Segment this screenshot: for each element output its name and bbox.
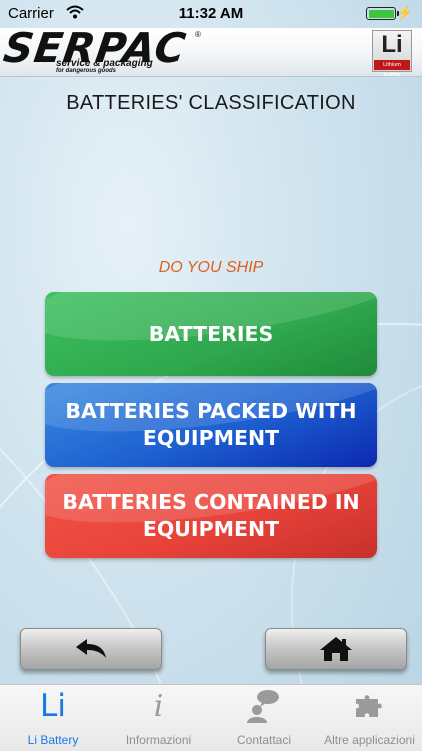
tab-altre-applicazioni[interactable]: Altre applicazioni — [317, 685, 422, 751]
badge-symbol: Li — [381, 31, 403, 58]
batteries-packed-with-equipment-button[interactable]: BATTERIES PACKED WITH EQUIPMENT — [45, 383, 377, 467]
tab-contattaci-label: Contattaci — [236, 733, 292, 747]
tab-informazioni[interactable]: i Informazioni — [106, 685, 211, 751]
logo-registered: ® — [195, 30, 201, 39]
page-title: BATTERIES' CLASSIFICATION — [66, 92, 356, 114]
back-arrow-icon — [76, 639, 106, 658]
home-icon — [320, 637, 352, 661]
contact-icon — [247, 690, 279, 723]
serpac-logo: SERPAC ® service & packaging for dangero… — [1, 24, 204, 74]
tab-li-battery[interactable]: Li Li Battery — [0, 685, 106, 751]
tab-informazioni-label: Informazioni — [125, 733, 192, 747]
tab-li-battery-label: Li Battery — [27, 733, 79, 747]
batteries-contained-in-equipment-button[interactable]: BATTERIES CONTAINED IN EQUIPMENT — [45, 474, 377, 558]
li-icon: Li — [40, 688, 66, 724]
clock: 11:32 AM — [178, 5, 244, 22]
back-button[interactable] — [20, 628, 162, 670]
battery-icon — [366, 7, 399, 20]
lithium-battery-badge: Li Lithium battery — [372, 30, 412, 78]
info-icon: i — [153, 688, 164, 724]
home-button[interactable] — [265, 628, 407, 670]
charging-bolt-icon: ⚡ — [396, 5, 413, 20]
puzzle-icon — [355, 695, 382, 717]
tab-contattaci[interactable]: Contattaci — [211, 685, 317, 751]
badge-caption: Lithium battery — [374, 60, 410, 78]
app-header: SERPAC ® service & packaging for dangero… — [0, 24, 422, 78]
batteries-packed-button-label: BATTERIES PACKED WITH EQUIPMENT — [65, 399, 357, 450]
batteries-contained-button-label: BATTERIES CONTAINED IN EQUIPMENT — [62, 490, 360, 541]
tab-bar: Li Li Battery i Informazioni Contattaci … — [0, 684, 422, 751]
batteries-button[interactable]: BATTERIES — [45, 292, 377, 376]
batteries-button-label: BATTERIES — [148, 321, 274, 346]
question-label: DO YOU SHIP — [158, 259, 264, 276]
logo-subtagline: for dangerous goods — [56, 68, 116, 74]
tab-altre-applicazioni-label: Altre applicazioni — [324, 733, 415, 747]
